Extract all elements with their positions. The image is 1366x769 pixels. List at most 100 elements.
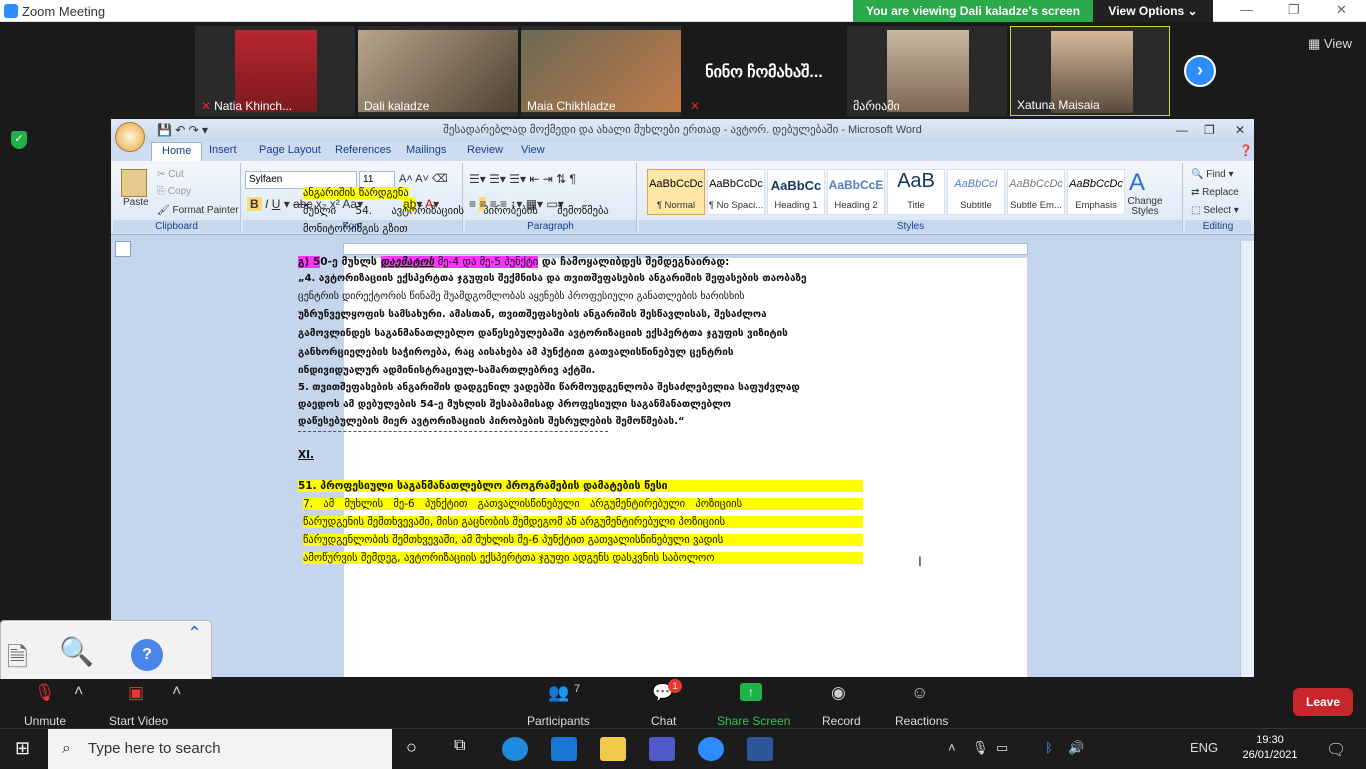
volume-icon[interactable]: 🔊 bbox=[1068, 740, 1084, 756]
document-icon[interactable]: 🗎 bbox=[7, 639, 28, 683]
search-placeholder: Type here to search bbox=[88, 740, 221, 757]
search-icon: ⌕ bbox=[62, 740, 71, 757]
style-label: Heading 2 bbox=[834, 200, 878, 211]
help-icon[interactable]: ? bbox=[131, 639, 163, 671]
start-video-button[interactable]: Start Video bbox=[109, 714, 168, 728]
word-minimize-button[interactable]: — bbox=[1176, 119, 1188, 141]
mic-tray-icon[interactable]: 🎙 bbox=[972, 740, 989, 756]
tab-page-layout[interactable]: Page Layout bbox=[259, 144, 321, 156]
view-options-button[interactable]: View Options ⌄ bbox=[1093, 0, 1213, 22]
horizontal-ruler[interactable] bbox=[343, 243, 1028, 255]
video-off-icon: ▣ bbox=[128, 683, 145, 702]
tab-references[interactable]: References bbox=[335, 144, 391, 156]
style-heading-1[interactable]: AaBbCc Heading 1 bbox=[767, 169, 825, 215]
zoom-preview-icon[interactable]: 🔍 bbox=[59, 635, 94, 668]
tab-mailings[interactable]: Mailings bbox=[406, 144, 446, 156]
style-subtitle[interactable]: AaBbCcI Subtitle bbox=[947, 169, 1005, 215]
word-title-bar: შესადარებლად მოქმედი და ახალი მუხლები ერ… bbox=[111, 119, 1254, 141]
participants-button[interactable]: Participants bbox=[527, 714, 590, 728]
share-screen-button[interactable]: Share Screen bbox=[717, 714, 790, 728]
teams-icon[interactable] bbox=[649, 737, 675, 761]
file-explorer-icon[interactable] bbox=[600, 737, 626, 761]
doc-line: მუხლი 54. ავტორიზაციის პირობების შემოწმე… bbox=[303, 205, 609, 217]
change-styles-button[interactable]: Change Styles bbox=[1125, 197, 1165, 217]
select-label: Select bbox=[1203, 205, 1232, 216]
next-page-button[interactable]: › bbox=[1184, 55, 1216, 87]
cut-label: Cut bbox=[168, 169, 184, 180]
zoom-logo-icon bbox=[4, 4, 18, 18]
chat-button[interactable]: Chat bbox=[651, 714, 676, 728]
style-no-spacing[interactable]: AaBbCcDc ¶ No Spaci... bbox=[707, 169, 765, 215]
word-title: შესადარებლად მოქმედი და ახალი მუხლები ერ… bbox=[443, 124, 922, 136]
battery-icon[interactable]: ▭ bbox=[996, 740, 1008, 756]
style-emphasis[interactable]: AaBbCcDc Emphasis bbox=[1067, 169, 1125, 215]
security-shield-icon[interactable]: ✓ bbox=[11, 131, 27, 149]
language-indicator[interactable]: ENG bbox=[1190, 740, 1218, 755]
tray-overflow-icon[interactable]: ˄ bbox=[948, 740, 956, 755]
participant-tile[interactable]: ნინო ჩომახაშ... ✕ bbox=[684, 26, 844, 116]
clock[interactable]: 19:30 26/01/2021 bbox=[1240, 733, 1300, 763]
video-options-icon[interactable]: ˄ bbox=[172, 683, 181, 701]
ruler-toggle[interactable] bbox=[115, 241, 131, 257]
vertical-scrollbar[interactable] bbox=[1240, 241, 1254, 677]
close-button[interactable]: ✕ bbox=[1336, 2, 1347, 18]
style-normal[interactable]: AaBbCcDc ¶ Normal bbox=[647, 169, 705, 215]
office-button[interactable] bbox=[115, 122, 145, 152]
quick-access-toolbar[interactable]: 💾 ↶ ↷ ▾ bbox=[157, 119, 208, 141]
style-heading-2[interactable]: AaBbCcE Heading 2 bbox=[827, 169, 885, 215]
style-title[interactable]: AaB Title bbox=[887, 169, 945, 215]
tab-review[interactable]: Review bbox=[467, 144, 503, 156]
unmute-button[interactable]: Unmute bbox=[24, 714, 66, 728]
reactions-button[interactable]: Reactions bbox=[895, 714, 948, 728]
maximize-button[interactable]: ❐ bbox=[1288, 2, 1300, 18]
style-subtle-emphasis[interactable]: AaBbCcDc Subtle Em... bbox=[1007, 169, 1065, 215]
notifications-icon[interactable]: 🗨 bbox=[1326, 740, 1346, 760]
windows-start-icon[interactable]: ⊞ bbox=[15, 738, 30, 759]
participant-tile[interactable]: Maia Chikhladze bbox=[521, 26, 681, 116]
find-label: Find bbox=[1206, 169, 1226, 180]
format-painter-button[interactable]: 🖌 Format Painter bbox=[157, 205, 239, 216]
participant-tile[interactable]: Xatuna Maisaia bbox=[1010, 26, 1170, 116]
record-button[interactable]: Record bbox=[822, 714, 861, 728]
word-icon[interactable] bbox=[747, 737, 773, 761]
participant-name: მარიამი bbox=[853, 99, 900, 113]
mail-icon[interactable] bbox=[551, 737, 577, 761]
leave-button[interactable]: Leave bbox=[1293, 688, 1353, 716]
doc-line: ამოწურვის შემდეგ, ავტორიზაციის ექსპერტთა… bbox=[303, 552, 863, 564]
taskbar-search-input[interactable]: ⌕ Type here to search bbox=[48, 729, 392, 769]
paste-button[interactable]: Paste bbox=[123, 197, 149, 208]
doc-line: 5. თვითშეფასების ანგარიშის დადგენილ ვადე… bbox=[298, 382, 800, 393]
cortana-icon[interactable]: ○ bbox=[406, 737, 417, 758]
style-label: ¶ Normal bbox=[656, 200, 696, 211]
find-button[interactable]: 🔍 Find ▾ bbox=[1191, 169, 1234, 180]
minimize-button[interactable]: — bbox=[1240, 2, 1253, 17]
help-icon[interactable]: ❓ bbox=[1239, 144, 1253, 157]
cut-button[interactable]: ✂ Cut bbox=[157, 169, 184, 180]
clock-time: 19:30 bbox=[1256, 734, 1284, 746]
doc-line: წარუდგენლობის შემთხვევაში, ამ მუხლის მე-… bbox=[303, 534, 863, 546]
copy-button[interactable]: ⎘ Copy bbox=[157, 186, 191, 197]
styles-group: AaBbCcDc ¶ Normal AaBbCcDc ¶ No Spaci... A… bbox=[639, 163, 1183, 233]
grid-icon: ▦ bbox=[1308, 36, 1324, 51]
edge-icon[interactable] bbox=[502, 737, 528, 761]
view-button[interactable]: ▦ View bbox=[1308, 36, 1352, 52]
tab-insert[interactable]: Insert bbox=[209, 144, 237, 156]
select-button[interactable]: ⬚ Select ▾ bbox=[1191, 205, 1239, 216]
word-close-button[interactable]: ✕ bbox=[1235, 119, 1245, 141]
grow-shrink-font-buttons[interactable]: A˄ A˅ ⌫ bbox=[399, 172, 448, 185]
task-view-icon[interactable]: ⧉ bbox=[454, 737, 465, 755]
doc-line-part: დაემატოს bbox=[380, 256, 435, 268]
tab-home[interactable]: Home bbox=[151, 142, 203, 161]
document-page[interactable] bbox=[344, 258, 1027, 677]
tab-view[interactable]: View bbox=[521, 144, 545, 156]
collapse-up-icon[interactable]: ⌃ bbox=[187, 623, 202, 644]
participant-tile[interactable]: Dali kaladze bbox=[358, 26, 518, 116]
participant-tile[interactable]: მარიამი bbox=[847, 26, 1007, 116]
audio-options-icon[interactable]: ˄ bbox=[74, 683, 83, 701]
zoom-icon[interactable] bbox=[698, 737, 724, 761]
list-buttons[interactable]: ☰▾ ☰▾ ☰▾ ⇤ ⇥ ⇅ ¶ bbox=[469, 172, 576, 186]
bluetooth-icon[interactable]: ᛒ bbox=[1045, 740, 1053, 755]
word-restore-button[interactable]: ❐ bbox=[1204, 119, 1215, 141]
participant-tile[interactable]: ✕ Natia Khinch... bbox=[195, 26, 355, 116]
replace-button[interactable]: ⇄ Replace bbox=[1191, 187, 1239, 198]
